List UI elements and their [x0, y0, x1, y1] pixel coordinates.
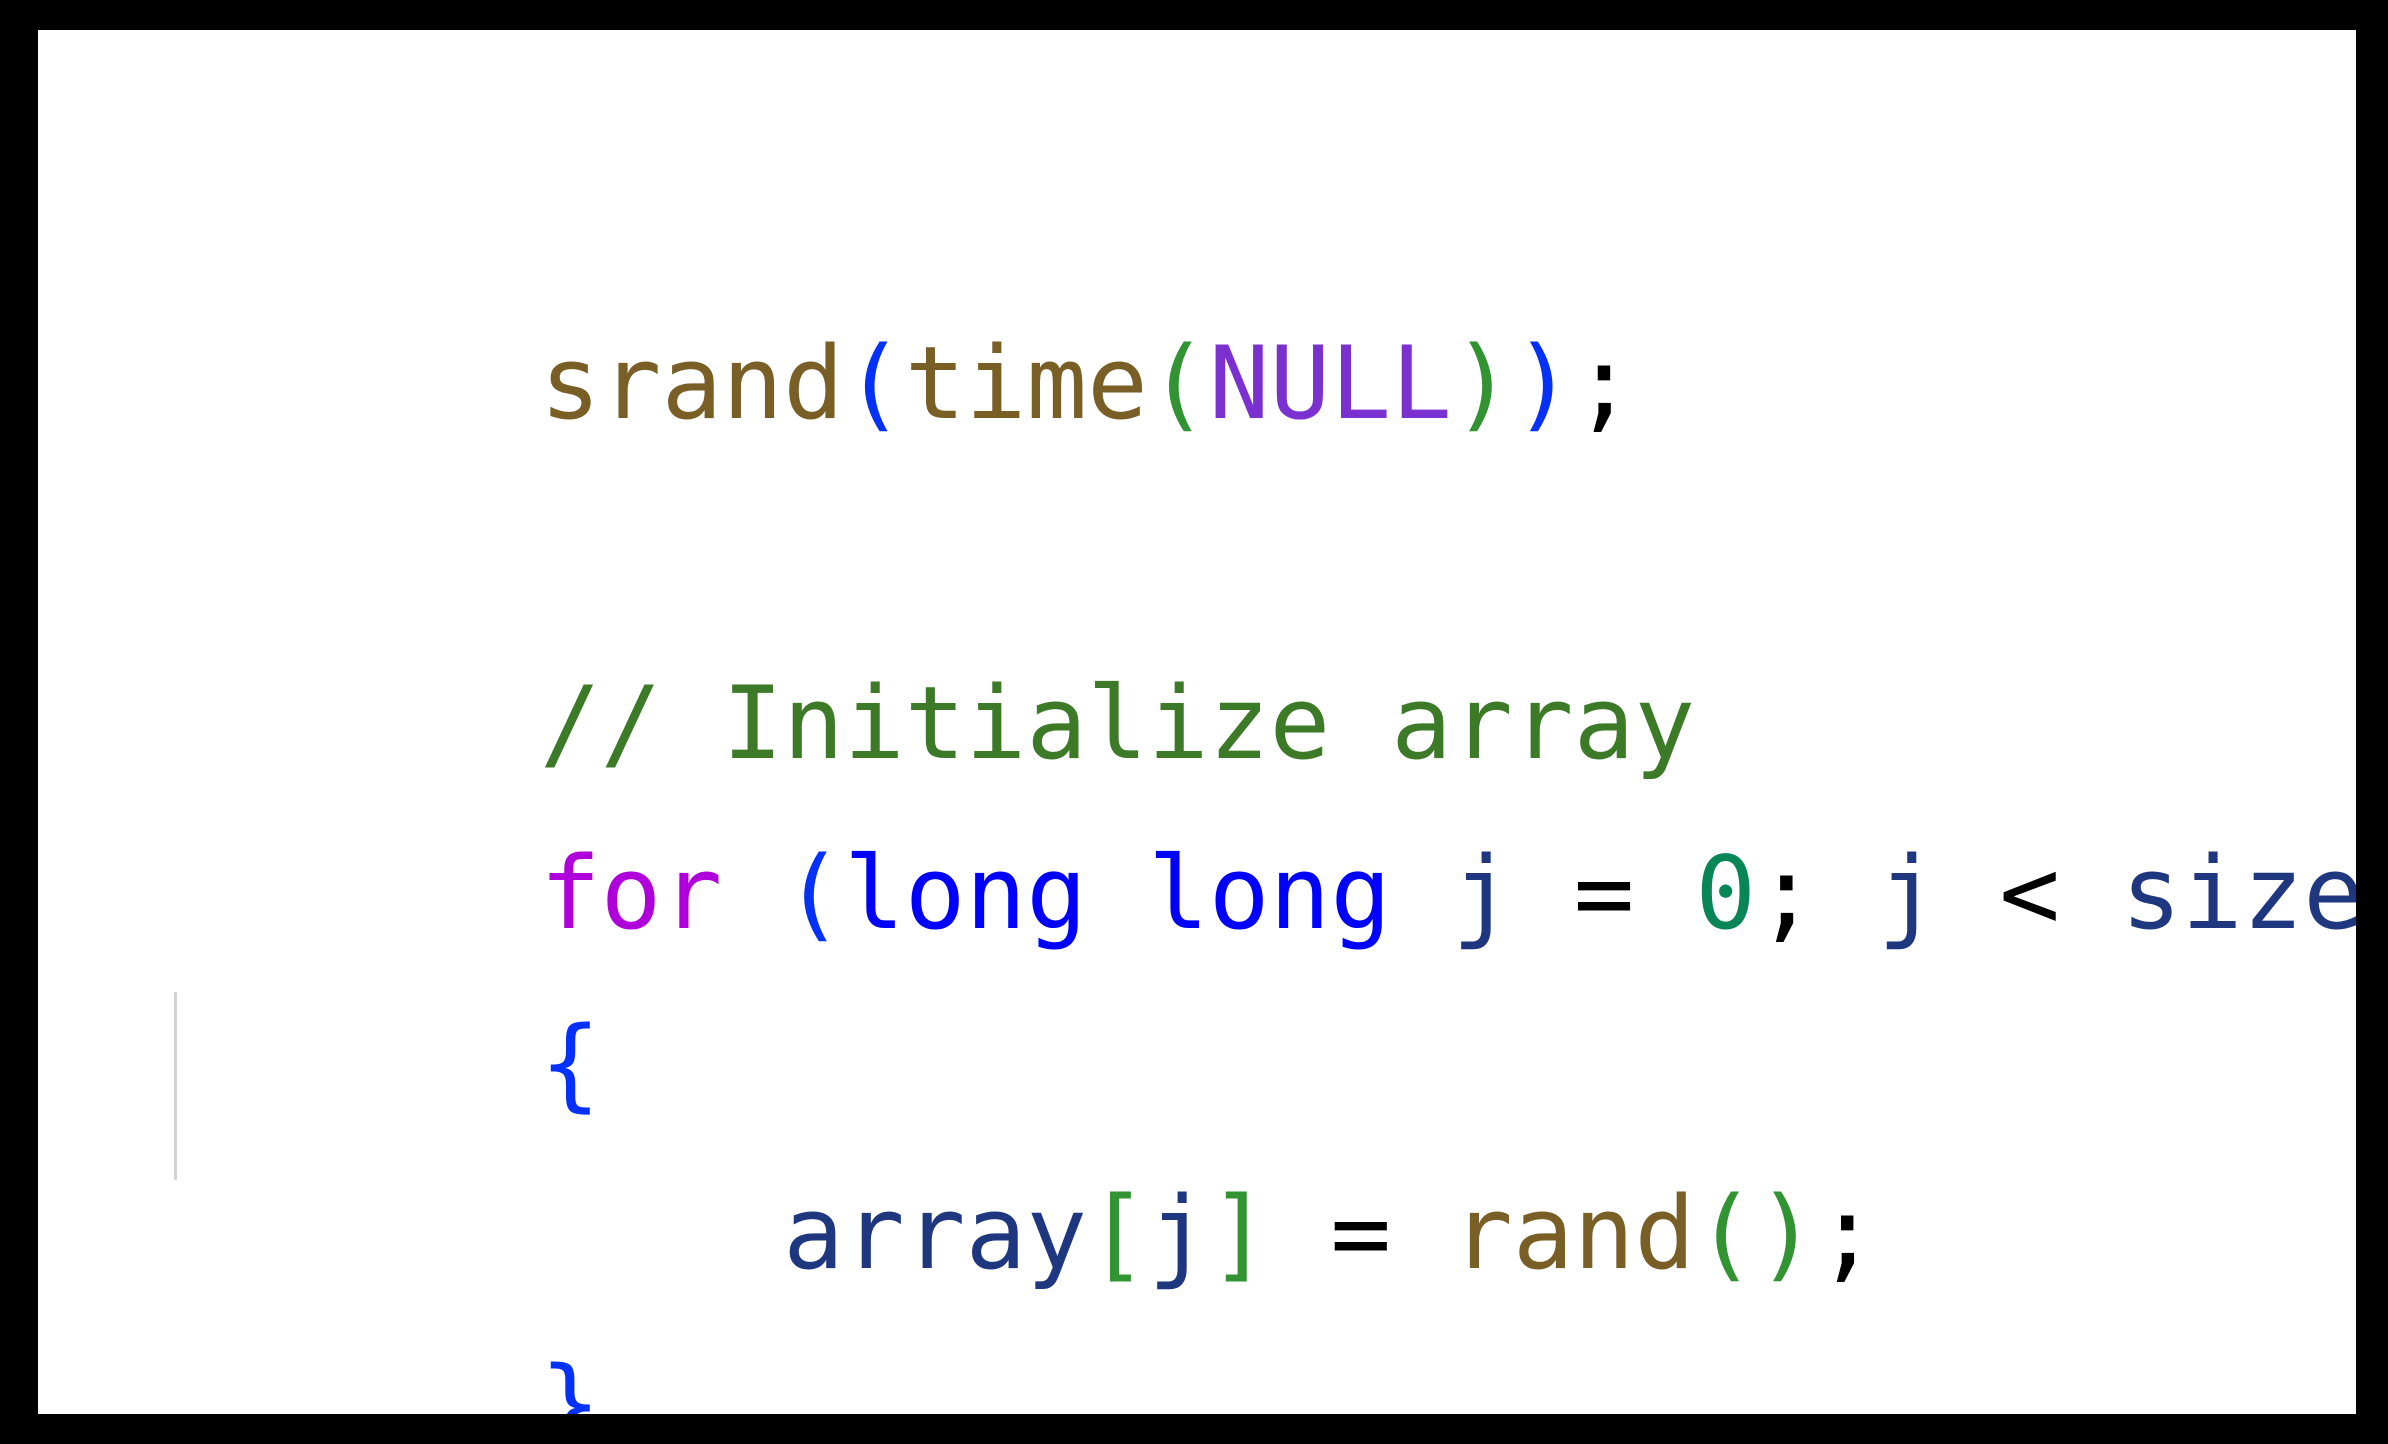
code-editor[interactable]: srand(time(NULL)); // Initialize array f… — [175, 30, 2356, 1414]
token-variable: j — [1451, 834, 1513, 952]
token-variable: sizes — [2120, 834, 2356, 952]
token-bracket: ) — [1512, 324, 1574, 442]
token-constant: NULL — [1208, 324, 1452, 442]
code-line-srand: srand(time(NULL)); — [175, 188, 1635, 442]
token-variable: j — [1147, 1174, 1209, 1292]
token-operator: < — [1938, 834, 2121, 952]
token-type: long — [1147, 834, 1392, 952]
token-variable: j — [1877, 834, 1939, 952]
token-punctuation: ; — [1573, 324, 1635, 442]
token-type: long — [843, 834, 1088, 952]
token-brace: } — [539, 1344, 601, 1414]
code-line-assignment: array[j] = rand(); — [175, 1038, 1878, 1292]
code-line-comment: // Initialize array — [175, 528, 1695, 782]
code-line-for-loop: for (long long j = 0; j < sizes[i]; j++) — [175, 698, 2356, 952]
token-bracket: ( — [1147, 324, 1209, 442]
token-bracket: [ — [1087, 1174, 1148, 1292]
token-bracket: ( — [783, 834, 844, 952]
token-bracket: ] — [1208, 1174, 1270, 1292]
token-function: time — [904, 324, 1148, 442]
token-function: rand — [1451, 1174, 1696, 1292]
code-snippet-frame: srand(time(NULL)); // Initialize array f… — [38, 30, 2356, 1414]
token-bracket: () — [1695, 1174, 1817, 1292]
token-function: srand — [539, 324, 844, 442]
token-operator: = — [1512, 834, 1696, 952]
token-punctuation: ; — [1756, 834, 1878, 952]
code-line-open-brace: { — [175, 868, 601, 1122]
code-line-close-brace: } — [175, 1208, 601, 1414]
token-number: 0 — [1695, 834, 1757, 952]
token-operator: = — [1269, 1174, 1452, 1292]
token-bracket: ) — [1451, 324, 1513, 442]
token-variable: array — [783, 1174, 1088, 1292]
token-punctuation: ; — [1816, 1174, 1878, 1292]
token-bracket: ( — [843, 324, 905, 442]
